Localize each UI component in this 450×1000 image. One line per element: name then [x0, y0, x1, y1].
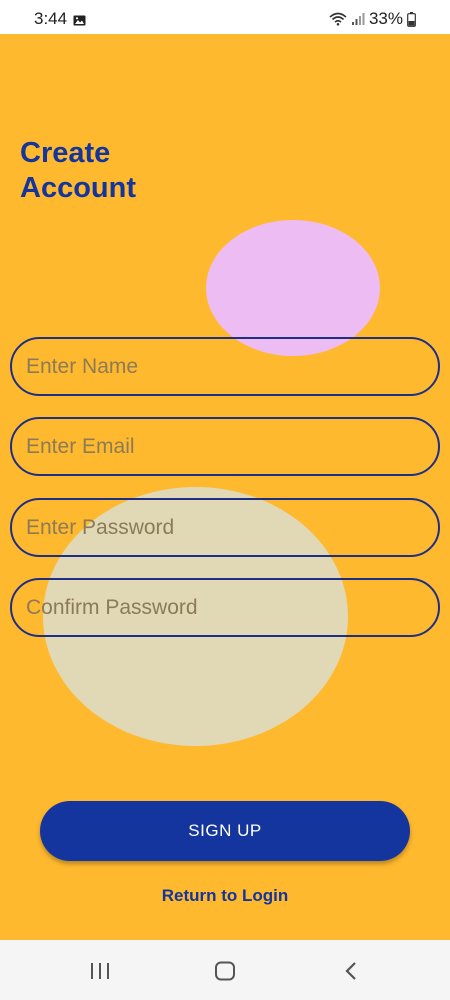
image-icon: [73, 13, 86, 26]
decorative-pink-ellipse: [206, 220, 380, 356]
return-to-login-link[interactable]: Return to Login: [0, 886, 450, 906]
sign-up-button[interactable]: SIGN UP: [40, 801, 410, 861]
status-bar: 3:44 33%: [0, 0, 450, 34]
home-icon[interactable]: [211, 957, 239, 985]
title-line-1: Create: [20, 137, 111, 169]
status-indicators: 33%: [329, 9, 416, 29]
confirm-password-field: [10, 578, 440, 637]
battery-percent: 33%: [368, 9, 403, 28]
battery-icon: [407, 11, 416, 27]
email-field: [10, 417, 440, 476]
create-account-screen: 3:44 33% Create Account Enter Name Enter…: [0, 0, 450, 1000]
title-line-2: Account: [20, 172, 136, 204]
signal-icon: [351, 12, 365, 26]
name-field: [10, 337, 440, 396]
name-input[interactable]: [12, 354, 438, 379]
navigation-bar: [0, 940, 450, 1000]
page-title: Create Account: [20, 136, 220, 206]
password-input[interactable]: [12, 515, 438, 540]
password-field: [10, 498, 440, 557]
status-time: 3:44: [34, 9, 68, 28]
recents-icon[interactable]: [86, 957, 114, 985]
back-icon[interactable]: [337, 957, 365, 985]
confirm-password-input[interactable]: [12, 595, 438, 620]
email-input[interactable]: [12, 434, 438, 459]
wifi-icon: [329, 12, 347, 26]
